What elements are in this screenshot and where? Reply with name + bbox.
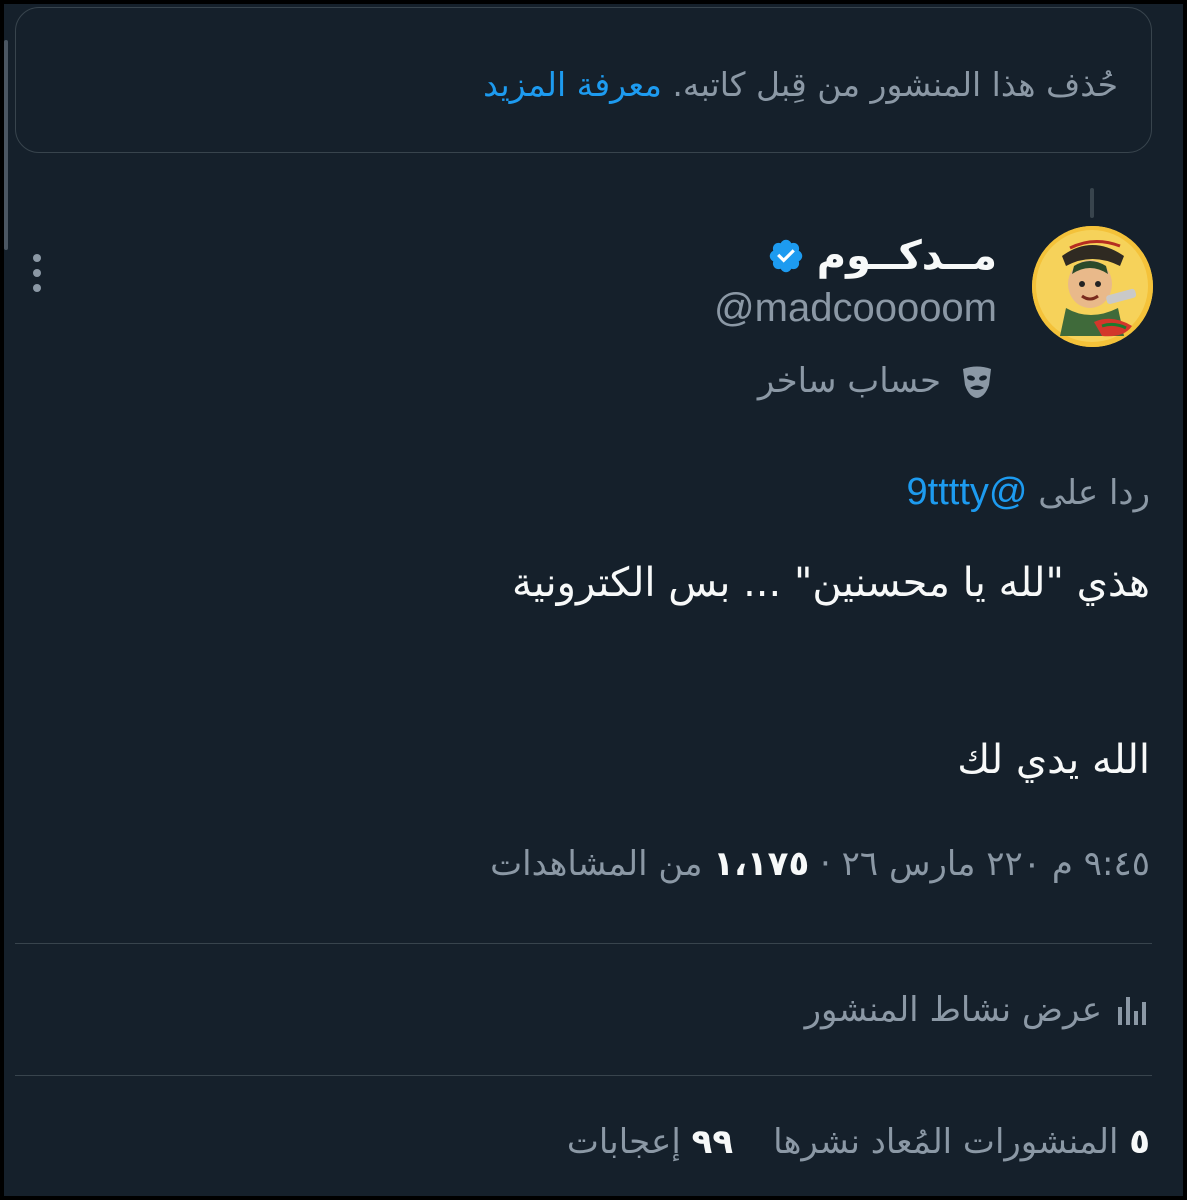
divider (15, 943, 1152, 944)
bar-chart-icon (1118, 997, 1146, 1025)
scrollbar[interactable] (4, 40, 8, 250)
account-label-text: حساب ساخر (757, 361, 941, 401)
deleted-post-message: حُذف هذا المنشور من قِبل كاتبه. (672, 65, 1118, 104)
reposts-label: المنشورات المُعاد نشرها (773, 1122, 1119, 1162)
tweet-text-line-1: هذي "لله يا محسنين" ... بس الكترونية (512, 560, 1150, 606)
reply-handle-link[interactable]: @9tttty (907, 471, 1028, 513)
replying-to-label: ردا على (1038, 473, 1150, 513)
tweet-metadata: ٩:٤٥ م ٢٢٠ مارس ٢٦ · ١،١٧٥ من المشاهدات (490, 836, 1150, 892)
meta-separator: · (820, 844, 831, 884)
likes-stat[interactable]: ٩٩ إعجابات (567, 1122, 733, 1162)
views-count: ١،١٧٥ (713, 844, 810, 884)
verified-badge-icon (769, 239, 803, 273)
likes-count: ٩٩ (691, 1122, 734, 1162)
divider (15, 1075, 1152, 1076)
avatar-cartoon-icon (1032, 226, 1153, 347)
avatar[interactable] (1032, 226, 1153, 347)
author-display-name[interactable]: مــدكــوم (817, 233, 997, 279)
tweet-text-line-2: الله يدي لك (957, 737, 1150, 783)
author-name-row[interactable]: مــدكــوم (767, 226, 997, 286)
views-label: من المشاهدات (490, 844, 703, 884)
view-post-activity-label: عرض نشاط المنشور (804, 990, 1102, 1030)
learn-more-link[interactable]: معرفة المزيد (483, 65, 662, 104)
deleted-post-text: حُذف هذا المنشور من قِبل كاتبه. معرفة ال… (483, 60, 1118, 110)
more-options-icon[interactable] (26, 252, 48, 294)
likes-label: إعجابات (566, 1122, 681, 1162)
author-handle[interactable]: @madcooooom (714, 282, 997, 334)
engagement-stats: ٥ المنشورات المُعاد نشرها ٩٩ إعجابات (567, 1112, 1150, 1172)
reposts-stat[interactable]: ٥ المنشورات المُعاد نشرها (773, 1122, 1150, 1162)
reposts-count: ٥ (1129, 1122, 1150, 1162)
view-post-activity-button[interactable]: عرض نشاط المنشور (805, 980, 1150, 1040)
theater-mask-icon (963, 366, 991, 398)
thread-connector-line (1090, 188, 1094, 218)
tweet-time[interactable]: ٩:٤٥ م (1052, 844, 1150, 884)
account-label: حساب ساخر (758, 352, 997, 410)
deleted-post-notice: حُذف هذا المنشور من قِبل كاتبه. معرفة ال… (15, 7, 1152, 153)
replying-to: ردا على @9tttty (907, 466, 1150, 519)
tweet-date[interactable]: ٢٢٠ مارس ٢٦ (842, 844, 1041, 884)
